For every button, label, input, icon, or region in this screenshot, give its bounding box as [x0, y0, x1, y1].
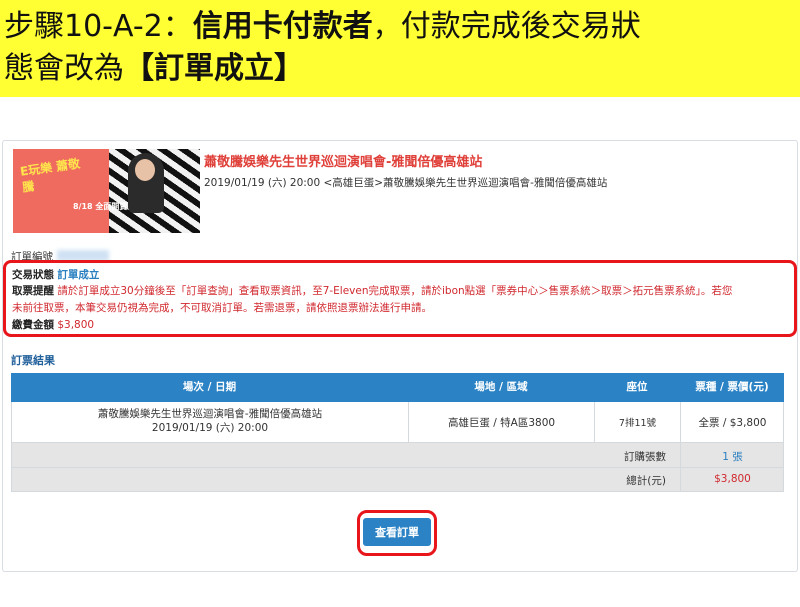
total-value: $3,800 [714, 473, 751, 485]
row-seat: 7排11號 [618, 418, 657, 429]
count-label: 訂購張數 [624, 451, 666, 463]
fee-label: 繳費金額 [12, 319, 54, 331]
banner-line-2: 態會改為【訂單成立】 [4, 48, 800, 90]
notice-label: 取票提醒 [12, 285, 54, 297]
view-order-button[interactable]: 查看訂單 [363, 518, 431, 546]
event-poster-image: E玩樂 蕭敬騰 8/18 全面開賣 [13, 149, 200, 233]
notice-line-2: 未前往取票，本筆交易仍視為完成，不可取消訂單。若需退票，請依照退票辦法進行申請。 [12, 302, 432, 314]
banner-step-text: 步驟10-A-2： [4, 9, 193, 44]
poster-artist-face [135, 159, 155, 181]
total-label: 總計(元) [626, 475, 666, 487]
banner-line-1: 步驟10-A-2：信用卡付款者，付款完成後交易狀 [4, 6, 800, 48]
row-venue: 高雄巨蛋 / 特A區3800 [447, 417, 556, 429]
booking-result-title: 訂票結果 [11, 354, 55, 367]
payment-amount: 繳費金額 $3,800 [12, 318, 94, 332]
row-ticket: 全票 / $3,800 [698, 417, 767, 429]
header-venue: 場地 / 區域 [474, 381, 528, 393]
banner-status-text: 【訂單成立】 [124, 51, 304, 86]
instruction-banner: 步驟10-A-2：信用卡付款者，付款完成後交易狀 態會改為【訂單成立】 [0, 0, 800, 97]
banner-comma: ， [372, 10, 401, 43]
header-session: 場次 / 日期 [182, 381, 237, 393]
pickup-notice-cont: 未前往取票，本筆交易仍視為完成，不可取消訂單。若需退票，請依照退票辦法進行申請。 [12, 301, 432, 315]
order-panel: E玩樂 蕭敬騰 8/18 全面開賣 蕭敬騰娛樂先生世界巡迴演唱會-雅聞倍優高雄站… [2, 140, 798, 572]
header-seat: 座位 [626, 381, 648, 393]
banner-bold-text: 信用卡付款者 [192, 9, 373, 44]
pickup-notice: 取票提醒 請於訂單成立30分鐘後至「訂單查詢」查看取票資訊，至7-Eleven完… [12, 284, 732, 298]
count-value: 1 張 [722, 451, 743, 463]
transaction-status: 交易狀態 訂單成立 [12, 268, 99, 282]
event-subtitle: 2019/01/19 (六) 20:00 <高雄巨蛋>蕭敬騰娛樂先生世界巡迴演唱… [204, 177, 608, 189]
status-highlight-box [3, 260, 797, 337]
row-session-date: 2019/01/19 (六) 20:00 [151, 422, 269, 434]
poster-title-text: E玩樂 蕭敬騰 [19, 156, 81, 195]
header-ticket: 票種 / 票價(元) [695, 381, 769, 393]
count-row: 訂購張數 1 張 [11, 443, 784, 468]
status-label: 交易狀態 [12, 269, 54, 281]
status-value: 訂單成立 [57, 269, 100, 281]
notice-line-1: 請於訂單成立30分鐘後至「訂單查詢」查看取票資訊，至7-Eleven完成取票，請… [57, 285, 733, 297]
banner-line2-text: 態會改為 [4, 51, 124, 86]
total-row: 總計(元) $3,800 [11, 468, 784, 492]
fee-value: $3,800 [57, 319, 95, 331]
row-session-name: 蕭敬騰娛樂先生世界巡迴演唱會-雅聞倍優高雄站 [97, 408, 323, 420]
banner-rest-text: 付款完成後交易狀 [400, 9, 641, 44]
poster-date-text: 8/18 全面開賣 [73, 202, 128, 211]
table-row: 蕭敬騰娛樂先生世界巡迴演唱會-雅聞倍優高雄站 2019/01/19 (六) 20… [11, 402, 784, 443]
result-table-header: 場次 / 日期 場地 / 區域 座位 票種 / 票價(元) [11, 373, 784, 402]
event-title[interactable]: 蕭敬騰娛樂先生世界巡迴演唱會-雅聞倍優高雄站 [204, 151, 482, 170]
row-session: 蕭敬騰娛樂先生世界巡迴演唱會-雅聞倍優高雄站 2019/01/19 (六) 20… [12, 407, 408, 435]
